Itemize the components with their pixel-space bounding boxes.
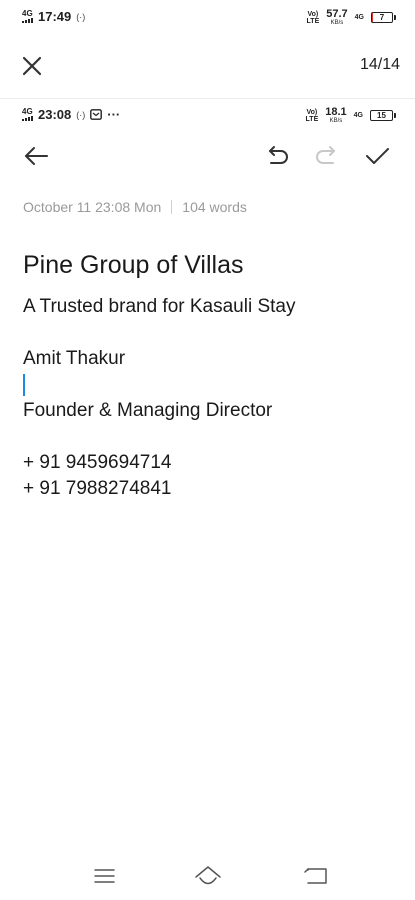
note-body[interactable]: Pine Group of Villas A Trusted brand for… [23,248,403,502]
text-cursor [23,373,25,396]
volte-icon: Vo) LTE [305,108,319,123]
note-meta: October 11 23:08 Mon 104 words [23,199,247,215]
back-nav-button[interactable] [300,862,332,890]
divider [0,98,415,99]
battery-level: 15 [377,111,386,120]
check-icon [366,148,389,164]
close-button[interactable] [18,52,46,80]
network-speed: 57.7 KB/s [326,8,348,27]
status-time: 17:49 [38,9,72,24]
note-line[interactable]: A Trusted brand for Kasauli Stay [23,294,403,320]
undo-icon [269,146,288,164]
menu-icon [94,869,115,883]
note-line[interactable]: + 91 9459694714 [23,450,403,476]
battery-icon: 7 [371,12,396,23]
page-indicator: 14/14 [359,56,400,73]
note-line[interactable] [23,320,403,346]
status-time: 23:08 [38,107,72,122]
word-count: 104 words [182,199,247,215]
note-date: October 11 23:08 Mon [23,199,162,215]
arrow-left-icon [25,147,48,165]
close-icon [22,56,42,76]
editor-toolbar [0,138,415,174]
home-icon [195,866,221,885]
screen: 4G 17:49 (·) Vo) LTE 57.7 KB/s 4G 7 14/1… [0,0,415,900]
viewer-toolbar: 14/14 [0,40,415,90]
back-button[interactable] [20,140,52,172]
signal-icon: 4G [22,10,33,23]
mobile-data-icon: 4G [353,112,363,119]
volte-icon: Vo) LTE [306,10,320,25]
done-button[interactable] [361,140,393,172]
meta-separator [171,200,173,214]
note-line[interactable]: Founder & Managing Director [23,398,403,424]
more-notifications-icon: ··· [107,107,121,122]
system-nav-bar [0,858,415,894]
note-line[interactable] [23,424,403,450]
note-line-cursor[interactable] [23,372,403,398]
outer-status-bar: 4G 17:49 (·) Vo) LTE 57.7 KB/s 4G 7 [0,6,415,28]
signal-icon: 4G [22,108,33,121]
redo-button[interactable] [311,140,343,172]
back-nav-icon [304,868,327,884]
hotspot-icon: (·) [76,11,86,22]
note-line[interactable]: Amit Thakur [23,346,403,372]
menu-nav-button[interactable] [88,862,120,890]
redo-icon [316,146,335,164]
note-line[interactable]: + 91 7988274841 [23,476,403,502]
note-title[interactable]: Pine Group of Villas [23,248,403,282]
battery-level: 7 [379,13,385,22]
home-nav-button[interactable] [192,862,224,890]
network-speed: 18.1 KB/s [325,106,347,125]
inner-status-bar: 4G 23:08 (·) ··· Vo) LTE 18.1 KB/s 4G 15 [0,104,415,126]
message-icon [90,109,103,120]
undo-button[interactable] [261,140,293,172]
mobile-data-icon: 4G [354,14,364,21]
battery-icon: 15 [370,110,396,121]
hotspot-icon: (·) [76,109,86,120]
